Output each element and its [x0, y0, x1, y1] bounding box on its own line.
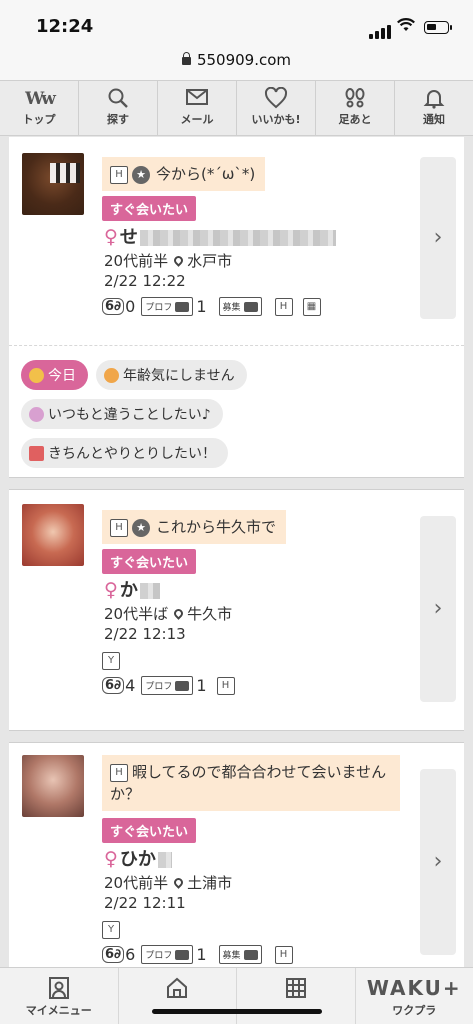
user-age-location: 20代前半 土浦市	[104, 874, 233, 892]
user-name: ♀ せ	[104, 223, 336, 249]
post-stats: 6∂ 4 プロフ 1 H	[102, 676, 235, 695]
face-icon	[104, 367, 119, 383]
grid-icon	[237, 976, 355, 1002]
user-age-location: 20代前半 水戸市	[104, 252, 233, 270]
hotel-icon: H	[274, 297, 293, 316]
star-icon: ★	[132, 165, 150, 184]
hotel-icon: H	[110, 763, 128, 782]
nav-mail[interactable]: メール	[158, 81, 237, 135]
location-icon	[172, 876, 185, 889]
beginner-icon: Y	[102, 919, 124, 939]
post-stats: 6∂ 0 プロフ 1 募集 H ▦	[102, 297, 321, 316]
lock-icon	[181, 52, 191, 65]
love-letter-icon	[29, 445, 44, 461]
female-icon: ♀	[104, 579, 118, 601]
home-indicator	[152, 1009, 322, 1014]
user-name: ♀ か	[104, 576, 160, 602]
bell-icon	[395, 87, 473, 109]
status-badge: すぐ会いたい	[102, 196, 197, 221]
home-icon	[119, 976, 237, 1002]
open-post-button[interactable]: ›	[420, 157, 456, 319]
post-card[interactable]: H 暇してるので都合合わせて会いませんか？ すぐ会いたい ♀ ひか 20代前半 土浦市…	[9, 743, 464, 967]
status-badge: すぐ会いたい	[102, 818, 197, 843]
calculator-icon: ▦	[302, 297, 321, 316]
user-age-location: 20代半ば 牛久市	[104, 605, 233, 623]
open-post-button[interactable]: ›	[420, 516, 456, 702]
nav-top[interactable]: Ww トップ	[0, 81, 79, 135]
location-icon	[172, 607, 185, 620]
wifi-icon	[397, 18, 415, 31]
address-bar[interactable]: 550909.com	[0, 44, 473, 80]
views-icon: 6∂	[102, 298, 125, 315]
post-datetime: 2/22 12:22	[104, 272, 186, 290]
nav-footprints[interactable]: 足あと	[316, 81, 395, 135]
post-message: H ★ 今から(*´ω`*)	[102, 157, 266, 191]
views-icon: 6∂	[102, 946, 125, 963]
location-icon	[172, 254, 185, 267]
search-icon	[79, 87, 157, 109]
hotel-icon: H	[110, 165, 128, 184]
boshu-photo-icon: 募集	[218, 297, 262, 316]
divider	[9, 477, 464, 490]
divider	[9, 730, 464, 743]
party-icon	[29, 406, 44, 422]
nav-grid[interactable]	[237, 968, 356, 1024]
nav-search[interactable]: 探す	[79, 81, 158, 135]
profile-photo-icon: プロフ	[141, 297, 194, 316]
board-list: H ★ 今から(*´ω`*) すぐ会いたい ♀ せ 20代前半 水戸市 2/22 12:…	[9, 137, 464, 967]
boshu-photo-icon: 募集	[218, 945, 262, 964]
hotel-icon: H	[216, 676, 235, 695]
profile-photo-icon: プロフ	[141, 945, 194, 964]
post-stats: 6∂ 6 プロフ 1 募集 H	[102, 945, 293, 964]
nav-mymenu[interactable]: マイメニュー	[0, 968, 119, 1024]
heart-icon	[237, 86, 315, 109]
avatar[interactable]	[22, 755, 84, 817]
beginner-icon: Y	[102, 650, 124, 670]
views-icon: 6∂	[102, 677, 125, 694]
footprints-icon	[316, 87, 394, 109]
avatar[interactable]	[22, 504, 84, 566]
post-card[interactable]: H ★ これから牛久市で すぐ会いたい ♀ か 20代半ば 牛久市 2/22 12:13…	[9, 490, 464, 730]
user-name: ♀ ひか	[104, 845, 172, 871]
female-icon: ♀	[104, 848, 118, 870]
battery-icon	[424, 21, 452, 34]
hotel-icon: H	[110, 518, 128, 537]
post-datetime: 2/22 12:13	[104, 625, 186, 643]
bottom-navigation: マイメニュー WAKU+ ワクプラ	[0, 967, 473, 1024]
signal-icon	[369, 20, 393, 39]
tag-different[interactable]: いつもと違うことしたい♪	[21, 399, 223, 429]
profile-icon	[0, 976, 118, 1002]
post-message: H 暇してるので都合合わせて会いませんか？	[102, 755, 400, 811]
tag-today[interactable]: 今日	[21, 360, 88, 390]
top-navigation: Ww トップ 探す メール いいかも! 足あと 通知	[0, 80, 473, 136]
open-post-button[interactable]: ›	[420, 769, 456, 955]
tag-exchange[interactable]: きちんとやりとりしたい！	[21, 438, 228, 468]
waku-logo: WAKU+	[366, 976, 462, 1000]
star-icon: ★	[132, 518, 150, 537]
post-message: H ★ これから牛久市で	[102, 510, 287, 544]
tag-age[interactable]: 年齢気にしません	[96, 360, 247, 390]
hotel-icon: H	[274, 945, 293, 964]
nav-home[interactable]	[119, 968, 237, 1024]
nav-notification[interactable]: 通知	[395, 81, 473, 135]
status-bar: 12:24	[0, 0, 473, 44]
tag-list: 今日 年齢気にしません いつもと違うことしたい♪ きちんとやりとりしたい！	[9, 345, 464, 477]
post-datetime: 2/22 12:11	[104, 894, 186, 912]
smile-icon	[29, 367, 44, 383]
avatar[interactable]	[22, 153, 84, 215]
nav-wakupura[interactable]: WAKU+ ワクプラ	[356, 968, 473, 1024]
status-time: 12:24	[36, 16, 94, 37]
url-text: 550909.com	[196, 51, 292, 69]
female-icon: ♀	[104, 226, 118, 248]
nav-like[interactable]: いいかも!	[237, 81, 316, 135]
mail-icon	[158, 87, 236, 109]
status-badge: すぐ会いたい	[102, 549, 197, 574]
post-card[interactable]: H ★ 今から(*´ω`*) すぐ会いたい ♀ せ 20代前半 水戸市 2/22 12:…	[9, 137, 464, 345]
ww-logo-icon: Ww	[25, 89, 56, 109]
profile-photo-icon: プロフ	[141, 676, 194, 695]
